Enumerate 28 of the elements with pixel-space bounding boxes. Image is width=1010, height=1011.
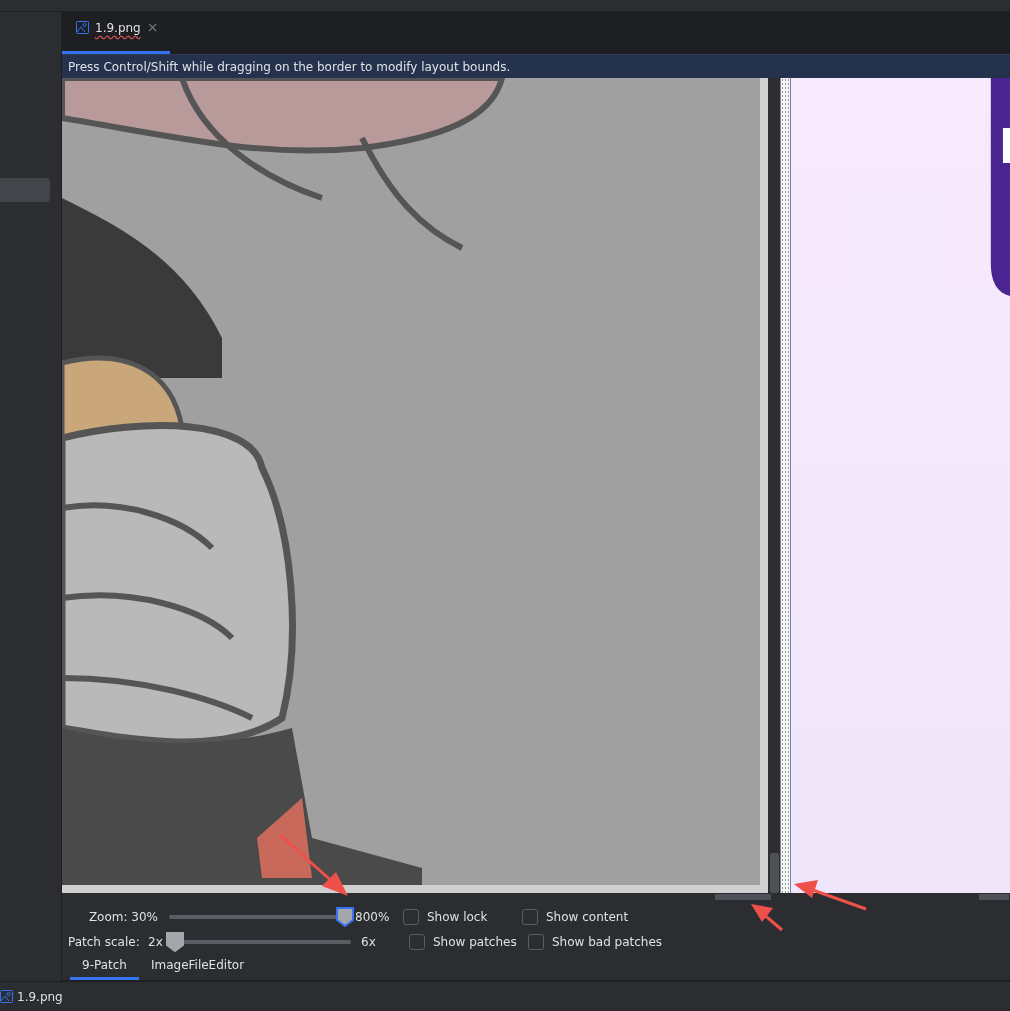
checkbox-label: Show content xyxy=(546,908,629,926)
image-file-icon xyxy=(0,990,13,1003)
zoom-max-label: 800% xyxy=(355,908,391,926)
annotation-arrow xyxy=(751,904,783,932)
annotation-arrow xyxy=(279,833,348,896)
sidebar-highlight xyxy=(0,178,50,202)
slider-thumb[interactable] xyxy=(335,905,355,928)
patch-scale-max-label: 6x xyxy=(361,933,377,951)
scrollbar-thumb[interactable] xyxy=(715,894,771,900)
editor-mode-tab[interactable]: ImageFileEditor xyxy=(138,954,257,980)
patch-scale-label: Patch scale: xyxy=(68,933,141,951)
checkbox-label: Show lock xyxy=(427,908,488,926)
checkbox[interactable] xyxy=(409,933,425,950)
checkbox[interactable] xyxy=(522,908,538,925)
scrollbar-thumb[interactable] xyxy=(770,853,779,893)
image-file-icon xyxy=(76,21,89,34)
hint-text: Press Control/Shift while dragging on the border to modify layout bounds. xyxy=(62,54,1010,78)
file-name: 1.9.png xyxy=(95,19,141,37)
zoom-label: Zoom: 30% xyxy=(87,908,159,926)
checkbox-label: Show bad patches xyxy=(552,933,663,951)
checkbox[interactable] xyxy=(403,908,419,925)
slider-thumb[interactable] xyxy=(165,930,185,953)
checkbox-label: Show patches xyxy=(433,933,517,951)
close-button[interactable]: × xyxy=(146,17,159,38)
patch-scale-min-label: 2x xyxy=(148,933,164,951)
status-file-name: 1.9.png xyxy=(17,988,63,1006)
scrollbar-thumb[interactable] xyxy=(979,894,1009,900)
checkbox[interactable] xyxy=(528,933,544,950)
